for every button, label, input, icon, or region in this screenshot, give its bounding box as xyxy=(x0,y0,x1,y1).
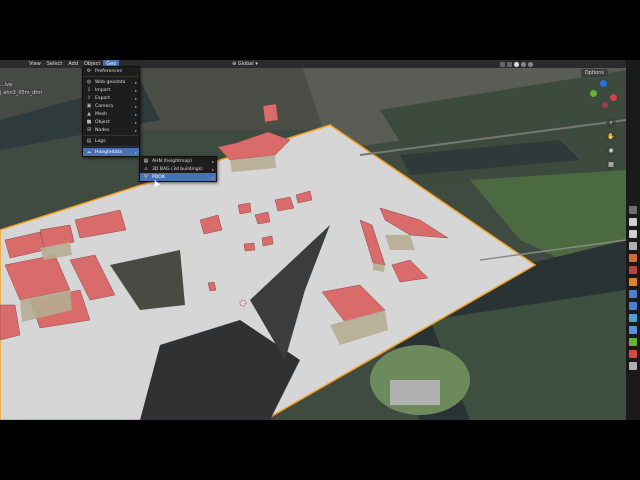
data-properties-icon[interactable] xyxy=(629,338,637,346)
axis-neg-icon[interactable] xyxy=(602,102,608,108)
material-shading-icon[interactable] xyxy=(521,61,526,67)
render-properties-icon[interactable] xyxy=(629,218,637,226)
particles-properties-icon[interactable] xyxy=(629,302,637,310)
submenu-arrow-icon: ▸ xyxy=(134,111,137,117)
object-properties-icon[interactable] xyxy=(629,278,637,286)
geo-menu-mesh[interactable]: ▲ Mesh ▸ xyxy=(83,110,139,118)
submenu-arrow-icon: ▸ xyxy=(134,119,137,125)
heightmap-icon: ▦ xyxy=(143,158,149,164)
submenu-arrow-icon: ▸ xyxy=(211,174,214,180)
buildings-icon: ⌂ xyxy=(144,166,148,172)
menu-divider xyxy=(83,135,139,136)
import-icon: ⇩ xyxy=(86,87,92,93)
geo-menu-import[interactable]: ⇩ Import ▸ xyxy=(83,86,139,94)
overlay-icon[interactable] xyxy=(500,61,505,67)
view-layer-icon[interactable] xyxy=(629,242,637,250)
view-name: ...ive xyxy=(0,82,13,88)
menu-add[interactable]: Add xyxy=(65,60,81,68)
nodes-icon: ⊞ xyxy=(86,127,92,133)
menu-view[interactable]: View xyxy=(26,60,44,68)
geo-menu-export[interactable]: ⇧ Export ▸ xyxy=(83,94,139,102)
modifier-properties-icon[interactable] xyxy=(629,290,637,298)
axis-x-icon[interactable] xyxy=(610,94,617,101)
submenu-arrow-icon: ▸ xyxy=(211,158,214,164)
submenu-arrow-icon: ▸ xyxy=(134,149,137,155)
cube-icon: ■ xyxy=(86,119,92,125)
submenu-arrow-icon: ▸ xyxy=(134,127,137,133)
submenu-arrow-icon: ▸ xyxy=(134,87,137,93)
export-icon: ⇧ xyxy=(86,95,92,101)
scene-properties-icon[interactable] xyxy=(629,254,637,262)
axis-y-icon[interactable] xyxy=(590,90,597,97)
xray-icon[interactable] xyxy=(507,61,512,67)
shading-buttons xyxy=(500,60,533,68)
properties-tab-bar xyxy=(626,60,640,420)
physics-properties-icon[interactable] xyxy=(629,314,637,322)
menu-divider xyxy=(83,76,139,77)
submenu-arrow-icon: ▸ xyxy=(134,79,137,85)
pan-hand-icon[interactable]: ✋ xyxy=(606,132,616,142)
perspective-grid-icon[interactable]: ▦ xyxy=(606,160,616,170)
gear-icon: ⚙ xyxy=(86,68,92,74)
globe-icon: ◍ xyxy=(86,79,92,85)
geo-menu: ⚙ Preferences ◍ Web geodata ▸ ⇩ Import ▸ ⇧ Exp… xyxy=(82,66,140,157)
3d-viewport[interactable]: View Select Add Object Geo ⊕ Global ▾ Op… xyxy=(0,60,626,420)
submenu-ahn-heightmap[interactable]: ▦ AHN (heightmap) ▸ xyxy=(140,157,216,165)
submenu-arrow-icon: ▸ xyxy=(134,103,137,109)
geo-menu-object[interactable]: ■ Object ▸ xyxy=(83,118,139,126)
logs-icon: ▤ xyxy=(86,138,92,144)
menu-divider xyxy=(83,146,139,147)
geo-menu-nodes[interactable]: ⊞ Nodes ▸ xyxy=(83,126,139,134)
output-properties-icon[interactable] xyxy=(629,230,637,238)
camera-view-icon[interactable]: ◉ xyxy=(606,146,616,156)
geo-menu-preferences[interactable]: ⚙ Preferences xyxy=(83,67,139,75)
blender-window: View Select Add Object Geo ⊕ Global ▾ Op… xyxy=(0,60,640,420)
hoogtedata-submenu: ▦ AHN (heightmap) ▸ ⌂ 3D BAG (3d buildings)… xyxy=(139,156,217,182)
tool-properties-icon[interactable] xyxy=(629,206,637,214)
pdok-icon: Ψ xyxy=(144,174,148,180)
axis-z-icon[interactable] xyxy=(600,80,607,87)
active-object-name: | ahn3_05m_dtm xyxy=(0,90,43,96)
world-properties-icon[interactable] xyxy=(629,266,637,274)
texture-properties-icon[interactable] xyxy=(629,362,637,370)
menu-select[interactable]: Select xyxy=(44,60,65,68)
rendered-shading-icon[interactable] xyxy=(528,61,533,67)
hoogtedata-icon: ☁ xyxy=(86,149,92,155)
camera-icon: ▣ xyxy=(86,103,92,109)
submenu-3d-bag[interactable]: ⌂ 3D BAG (3d buildings) ▸ xyxy=(140,165,216,173)
submenu-arrow-icon: ▸ xyxy=(211,166,214,172)
zoom-icon[interactable]: ⌕ xyxy=(606,118,616,128)
material-properties-icon[interactable] xyxy=(629,350,637,358)
submenu-pdok[interactable]: Ψ PDOK ▸ xyxy=(140,173,216,181)
mesh-icon: ▲ xyxy=(87,111,91,117)
submenu-arrow-icon: ▸ xyxy=(134,95,137,101)
solid-shading-icon[interactable] xyxy=(514,61,519,67)
chevron-down-icon: ▾ xyxy=(255,61,258,67)
transform-orientation[interactable]: ⊕ Global ▾ xyxy=(232,60,258,68)
orientation-icon: ⊕ xyxy=(232,61,237,67)
orientation-label: Global xyxy=(237,61,254,67)
constraints-properties-icon[interactable] xyxy=(629,326,637,334)
geo-menu-hoogtedata[interactable]: ☁ Hoogtedata ▸ xyxy=(83,148,139,156)
geo-menu-camera[interactable]: ▣ Camera ▸ xyxy=(83,102,139,110)
options-button[interactable]: Options xyxy=(580,69,608,77)
navigation-gizmo[interactable] xyxy=(588,80,622,114)
geo-menu-logs[interactable]: ▤ Logs xyxy=(83,137,139,145)
geo-menu-web-geodata[interactable]: ◍ Web geodata ▸ xyxy=(83,78,139,86)
